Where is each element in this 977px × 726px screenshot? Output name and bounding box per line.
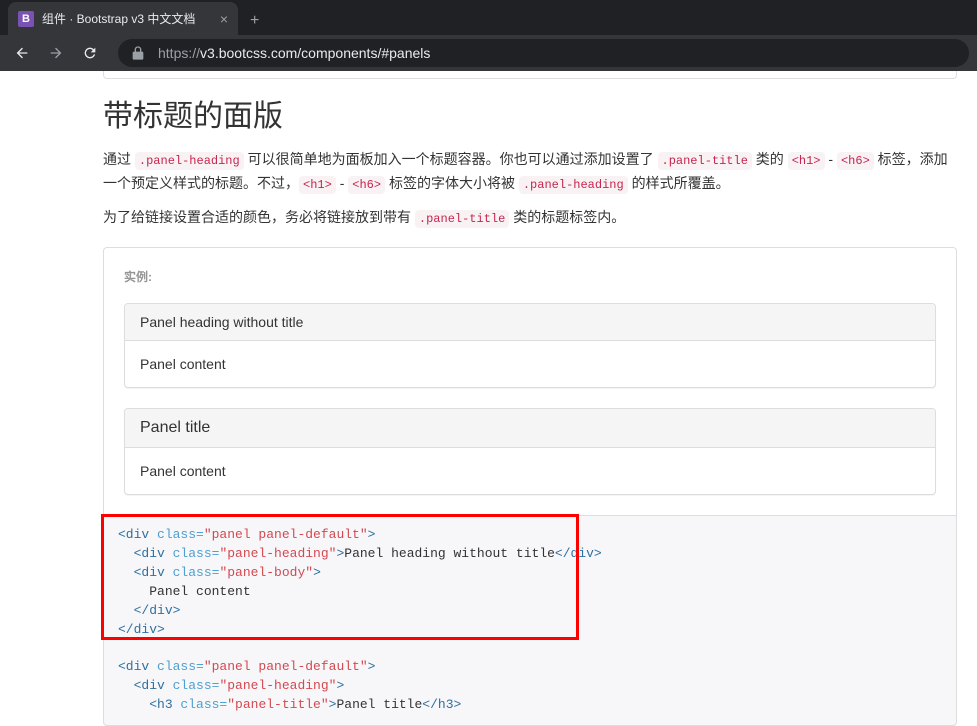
panel-body-2: Panel content bbox=[125, 448, 935, 494]
text: - bbox=[825, 151, 837, 167]
code-block[interactable]: <div class="panel panel-default"> <div c… bbox=[103, 516, 957, 725]
prev-section-bottom bbox=[103, 71, 957, 79]
toolbar: https://v3.bootcss.com/components/#panel… bbox=[0, 35, 977, 71]
url-path: v3.bootcss.com/components/#panels bbox=[200, 45, 430, 61]
new-tab-button[interactable]: + bbox=[238, 7, 271, 35]
str: "panel-body" bbox=[219, 565, 313, 580]
bootstrap-favicon: B bbox=[18, 11, 34, 27]
code-h1b: <h1> bbox=[299, 176, 336, 194]
tag: <div bbox=[134, 678, 165, 693]
code-h6: <h6> bbox=[837, 152, 874, 170]
tag: <h3 bbox=[149, 697, 172, 712]
attr: class= bbox=[149, 527, 204, 542]
browser-chrome: B 组件 · Bootstrap v3 中文文档 × + https://v3.… bbox=[0, 0, 977, 71]
txt: Panel title bbox=[336, 697, 422, 712]
example-box: 实例: Panel heading without title Panel co… bbox=[103, 247, 957, 516]
code-panel-heading: .panel-heading bbox=[135, 152, 244, 170]
back-button[interactable] bbox=[8, 39, 36, 67]
code-panel-title-b: .panel-title bbox=[415, 210, 509, 228]
code-panel-title: .panel-title bbox=[658, 152, 752, 170]
text: 标签的字体大小将被 bbox=[385, 175, 519, 191]
paragraph-2: 为了给链接设置合适的颜色，务必将链接放到带有 .panel-title 类的标题… bbox=[103, 206, 957, 230]
text: 为了给链接设置合适的颜色，务必将链接放到带有 bbox=[103, 209, 415, 225]
str: "panel-title" bbox=[227, 697, 328, 712]
attr: class= bbox=[165, 546, 220, 561]
text: 类的 bbox=[752, 151, 788, 167]
tag: > bbox=[313, 565, 321, 580]
code-h6b: <h6> bbox=[348, 176, 385, 194]
text: 通过 bbox=[103, 151, 135, 167]
close-icon[interactable]: × bbox=[220, 11, 228, 27]
forward-button[interactable] bbox=[42, 39, 70, 67]
address-bar[interactable]: https://v3.bootcss.com/components/#panel… bbox=[118, 39, 969, 67]
code-panel-heading-b: .panel-heading bbox=[519, 176, 628, 194]
code-h1: <h1> bbox=[788, 152, 825, 170]
tab-strip: B 组件 · Bootstrap v3 中文文档 × + bbox=[0, 0, 977, 35]
str: "panel panel-default" bbox=[204, 659, 368, 674]
attr: class= bbox=[165, 678, 220, 693]
tag: </div> bbox=[555, 546, 602, 561]
reload-button[interactable] bbox=[76, 39, 104, 67]
panel-body-1: Panel content bbox=[125, 341, 935, 387]
code-wrapper: <div class="panel panel-default"> <div c… bbox=[103, 516, 957, 725]
panel-example-2: Panel title Panel content bbox=[124, 408, 936, 495]
text: 的样式所覆盖。 bbox=[628, 175, 730, 191]
panel-heading-1: Panel heading without title bbox=[125, 304, 935, 341]
txt: Panel content bbox=[149, 584, 250, 599]
tag: </h3> bbox=[422, 697, 461, 712]
attr: class= bbox=[165, 565, 220, 580]
tag: </div> bbox=[118, 622, 165, 637]
panel-example-1: Panel heading without title Panel conten… bbox=[124, 303, 936, 388]
browser-tab[interactable]: B 组件 · Bootstrap v3 中文文档 × bbox=[8, 2, 238, 35]
txt: Panel heading without title bbox=[344, 546, 555, 561]
tag: > bbox=[336, 678, 344, 693]
lock-icon bbox=[130, 45, 146, 61]
str: "panel panel-default" bbox=[204, 527, 368, 542]
tag: <div bbox=[134, 565, 165, 580]
text: - bbox=[336, 175, 348, 191]
str: "panel-heading" bbox=[219, 546, 336, 561]
tag: <div bbox=[118, 659, 149, 674]
reload-icon bbox=[82, 45, 98, 61]
text: 类的标题标签内。 bbox=[509, 209, 625, 225]
tag: <div bbox=[118, 527, 149, 542]
panel-heading-2: Panel title bbox=[125, 409, 935, 448]
page: 带标题的面版 通过 .panel-heading 可以很简单地为面板加入一个标题… bbox=[0, 71, 977, 726]
url-protocol: https:// bbox=[158, 45, 200, 61]
section-heading: 带标题的面版 bbox=[103, 97, 957, 136]
text: 可以很简单地为面板加入一个标题容器。你也可以通过添加设置了 bbox=[244, 151, 658, 167]
tag: <div bbox=[134, 546, 165, 561]
attr: class= bbox=[173, 697, 228, 712]
arrow-left-icon bbox=[14, 45, 30, 61]
tag: > bbox=[368, 527, 376, 542]
paragraph-1: 通过 .panel-heading 可以很简单地为面板加入一个标题容器。你也可以… bbox=[103, 148, 957, 196]
example-label: 实例: bbox=[124, 268, 936, 285]
content: 带标题的面版 通过 .panel-heading 可以很简单地为面板加入一个标题… bbox=[103, 71, 957, 726]
tag: > bbox=[368, 659, 376, 674]
str: "panel-heading" bbox=[219, 678, 336, 693]
attr: class= bbox=[149, 659, 204, 674]
tab-title: 组件 · Bootstrap v3 中文文档 bbox=[42, 10, 214, 27]
tag: </div> bbox=[134, 603, 181, 618]
arrow-right-icon bbox=[48, 45, 64, 61]
